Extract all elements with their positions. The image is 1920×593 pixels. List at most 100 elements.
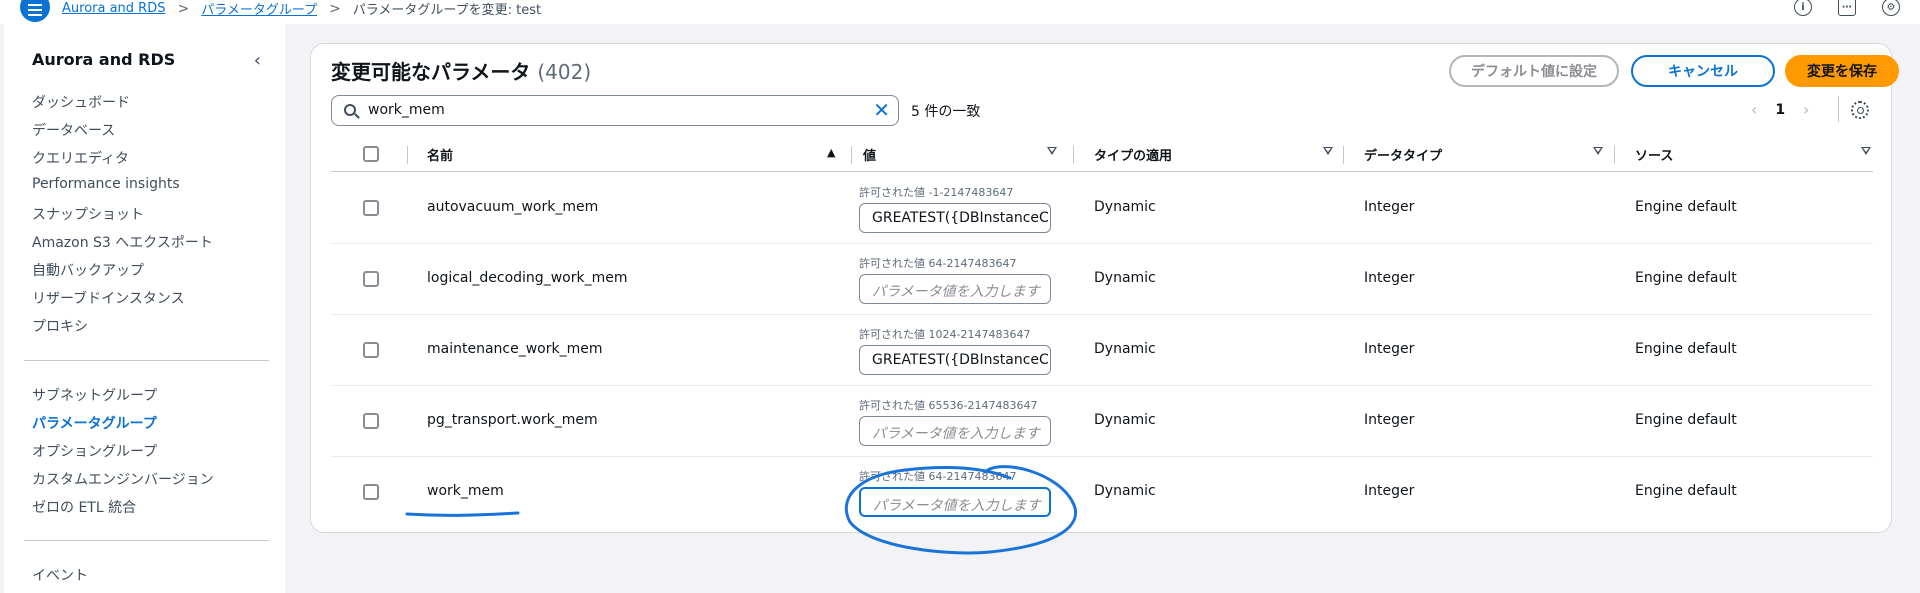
table-row: work_mem 許可された値 64-2147483647 パラメータ値を入力し… — [331, 457, 1873, 528]
parameter-value-input[interactable]: パラメータ値を入力します — [859, 274, 1051, 304]
column-divider — [1343, 146, 1344, 164]
breadcrumb-parameter-groups[interactable]: パラメータグループ — [201, 0, 317, 18]
sidebar-item-s3-export[interactable]: Amazon S3 へエクスポート — [32, 232, 213, 252]
table-row: autovacuum_work_mem 許可された値 -1-2147483647… — [331, 173, 1873, 244]
column-header-apply-type[interactable]: タイプの適用 — [1094, 145, 1172, 164]
column-divider — [1614, 146, 1615, 164]
sidebar-item-query-editor[interactable]: クエリエディタ — [32, 148, 129, 168]
data-type: Integer — [1364, 412, 1415, 428]
next-page-icon[interactable]: › — [1803, 100, 1809, 119]
parameter-count: (402) — [537, 60, 592, 84]
table-row: maintenance_work_mem 許可された値 1024-2147483… — [331, 315, 1873, 386]
settings-icon[interactable]: ⚙ — [1882, 0, 1900, 16]
sidebar-item-zero-etl[interactable]: ゼロの ETL 統合 — [32, 497, 136, 517]
search-value: work_mem — [368, 102, 445, 118]
table-settings-icon[interactable] — [1851, 101, 1869, 119]
sidebar-item-performance-insights[interactable]: Performance insights — [32, 176, 180, 192]
column-header-data-type[interactable]: データタイプ — [1364, 145, 1442, 164]
sidebar-item-custom-engine-versions[interactable]: カスタムエンジンバージョン — [32, 469, 214, 489]
allowed-values: 許可された値 -1-2147483647 — [859, 186, 1014, 199]
breadcrumb-aurora-rds[interactable]: Aurora and RDS — [62, 1, 165, 16]
data-type: Integer — [1364, 483, 1415, 499]
sidebar-item-events[interactable]: イベント — [32, 565, 88, 585]
save-changes-button[interactable]: 変更を保存 — [1785, 55, 1899, 87]
page-number[interactable]: 1 — [1775, 102, 1785, 118]
sidebar-item-option-groups[interactable]: オプショングループ — [32, 441, 157, 461]
apply-type: Dynamic — [1094, 199, 1156, 215]
sidebar-divider — [24, 360, 269, 361]
allowed-values: 許可された値 64-2147483647 — [859, 257, 1017, 270]
search-icon — [344, 104, 356, 116]
parameter-name: autovacuum_work_mem — [427, 199, 599, 215]
source: Engine default — [1635, 270, 1737, 286]
column-divider — [851, 146, 852, 164]
parameter-name: maintenance_work_mem — [427, 341, 603, 357]
row-checkbox[interactable] — [363, 413, 379, 429]
sidebar-item-reserved-instances[interactable]: リザーブドインスタンス — [32, 288, 185, 308]
sidebar-item-snapshots[interactable]: スナップショット — [32, 204, 144, 224]
search-input[interactable]: work_mem ✕ — [331, 95, 899, 126]
source: Engine default — [1635, 412, 1737, 428]
column-header-name[interactable]: 名前 — [427, 145, 453, 164]
chevron-left-icon[interactable]: ‹ — [254, 50, 261, 71]
row-checkbox[interactable] — [363, 342, 379, 358]
parameter-value-input[interactable]: GREATEST({DBInstanceCla — [859, 203, 1051, 233]
data-type: Integer — [1364, 270, 1415, 286]
sort-icon[interactable] — [1323, 147, 1333, 155]
menu-icon[interactable] — [20, 0, 50, 22]
allowed-values: 許可された値 65536-2147483647 — [859, 399, 1038, 412]
sidebar: Aurora and RDS ‹ ダッシュボード データベース クエリエディタ … — [4, 24, 285, 593]
data-type: Integer — [1364, 341, 1415, 357]
table-row: pg_transport.work_mem 許可された値 65536-21474… — [331, 386, 1873, 457]
breadcrumb-current: パラメータグループを変更: test — [352, 3, 542, 18]
column-header-source[interactable]: ソース — [1635, 145, 1673, 164]
sidebar-divider — [24, 540, 269, 541]
top-icons: i ⋯ ⚙ — [1794, 0, 1900, 16]
parameter-value-input[interactable]: GREATEST({DBInstanceCla — [859, 345, 1051, 375]
sort-icon[interactable] — [1593, 147, 1603, 155]
panel-title-text: 変更可能なパラメータ — [331, 60, 531, 84]
breadcrumb: Aurora and RDS > パラメータグループ > パラメータグループを変… — [62, 0, 542, 19]
apply-type: Dynamic — [1094, 341, 1156, 357]
column-divider — [407, 146, 408, 164]
sidebar-item-parameter-groups[interactable]: パラメータグループ — [32, 413, 157, 433]
sidebar-item-subnet-groups[interactable]: サブネットグループ — [32, 385, 157, 405]
source: Engine default — [1635, 483, 1737, 499]
sidebar-item-dashboard[interactable]: ダッシュボード — [32, 92, 130, 112]
pagination: ‹ 1 › — [1751, 100, 1810, 119]
sort-icon[interactable] — [1047, 147, 1057, 155]
top-bar: Aurora and RDS > パラメータグループ > パラメータグループを変… — [0, 0, 1920, 24]
clear-icon[interactable]: ✕ — [873, 98, 890, 122]
cancel-button[interactable]: キャンセル — [1631, 55, 1775, 87]
sort-icon[interactable] — [1861, 147, 1871, 155]
info-icon[interactable]: i — [1794, 0, 1812, 16]
column-divider — [1073, 146, 1074, 164]
prev-page-icon[interactable]: ‹ — [1751, 100, 1757, 119]
allowed-values: 許可された値 64-2147483647 — [859, 470, 1017, 483]
select-all-checkbox[interactable] — [363, 146, 379, 162]
row-checkbox[interactable] — [363, 200, 379, 216]
parameters-panel: 変更可能なパラメータ (402) デフォルト値に設定 キャンセル 変更を保存 w… — [310, 43, 1899, 533]
feedback-icon[interactable]: ⋯ — [1838, 0, 1856, 16]
apply-type: Dynamic — [1094, 270, 1156, 286]
table-header: 名前 ▲ 値 タイプの適用 データタイプ ソース — [331, 136, 1873, 172]
parameter-value-input[interactable]: パラメータ値を入力します — [859, 416, 1051, 446]
sidebar-item-databases[interactable]: データベース — [32, 120, 115, 140]
data-type: Integer — [1364, 199, 1415, 215]
sidebar-item-proxies[interactable]: プロキシ — [32, 316, 88, 336]
sidebar-item-automated-backups[interactable]: 自動バックアップ — [32, 260, 144, 280]
apply-type: Dynamic — [1094, 483, 1156, 499]
pager-divider — [1838, 96, 1839, 122]
row-checkbox[interactable] — [363, 484, 379, 500]
set-default-button[interactable]: デフォルト値に設定 — [1449, 55, 1619, 87]
parameter-name: logical_decoding_work_mem — [427, 270, 628, 286]
table-row: logical_decoding_work_mem 許可された値 64-2147… — [331, 244, 1873, 315]
chevron-right-icon: > — [177, 0, 190, 17]
source: Engine default — [1635, 199, 1737, 215]
sidebar-title: Aurora and RDS — [32, 50, 176, 69]
parameter-value-input[interactable]: パラメータ値を入力します — [859, 487, 1051, 517]
sort-ascending-icon[interactable]: ▲ — [827, 146, 835, 159]
column-header-value[interactable]: 値 — [863, 145, 876, 164]
row-checkbox[interactable] — [363, 271, 379, 287]
chevron-right-icon: > — [329, 0, 341, 17]
